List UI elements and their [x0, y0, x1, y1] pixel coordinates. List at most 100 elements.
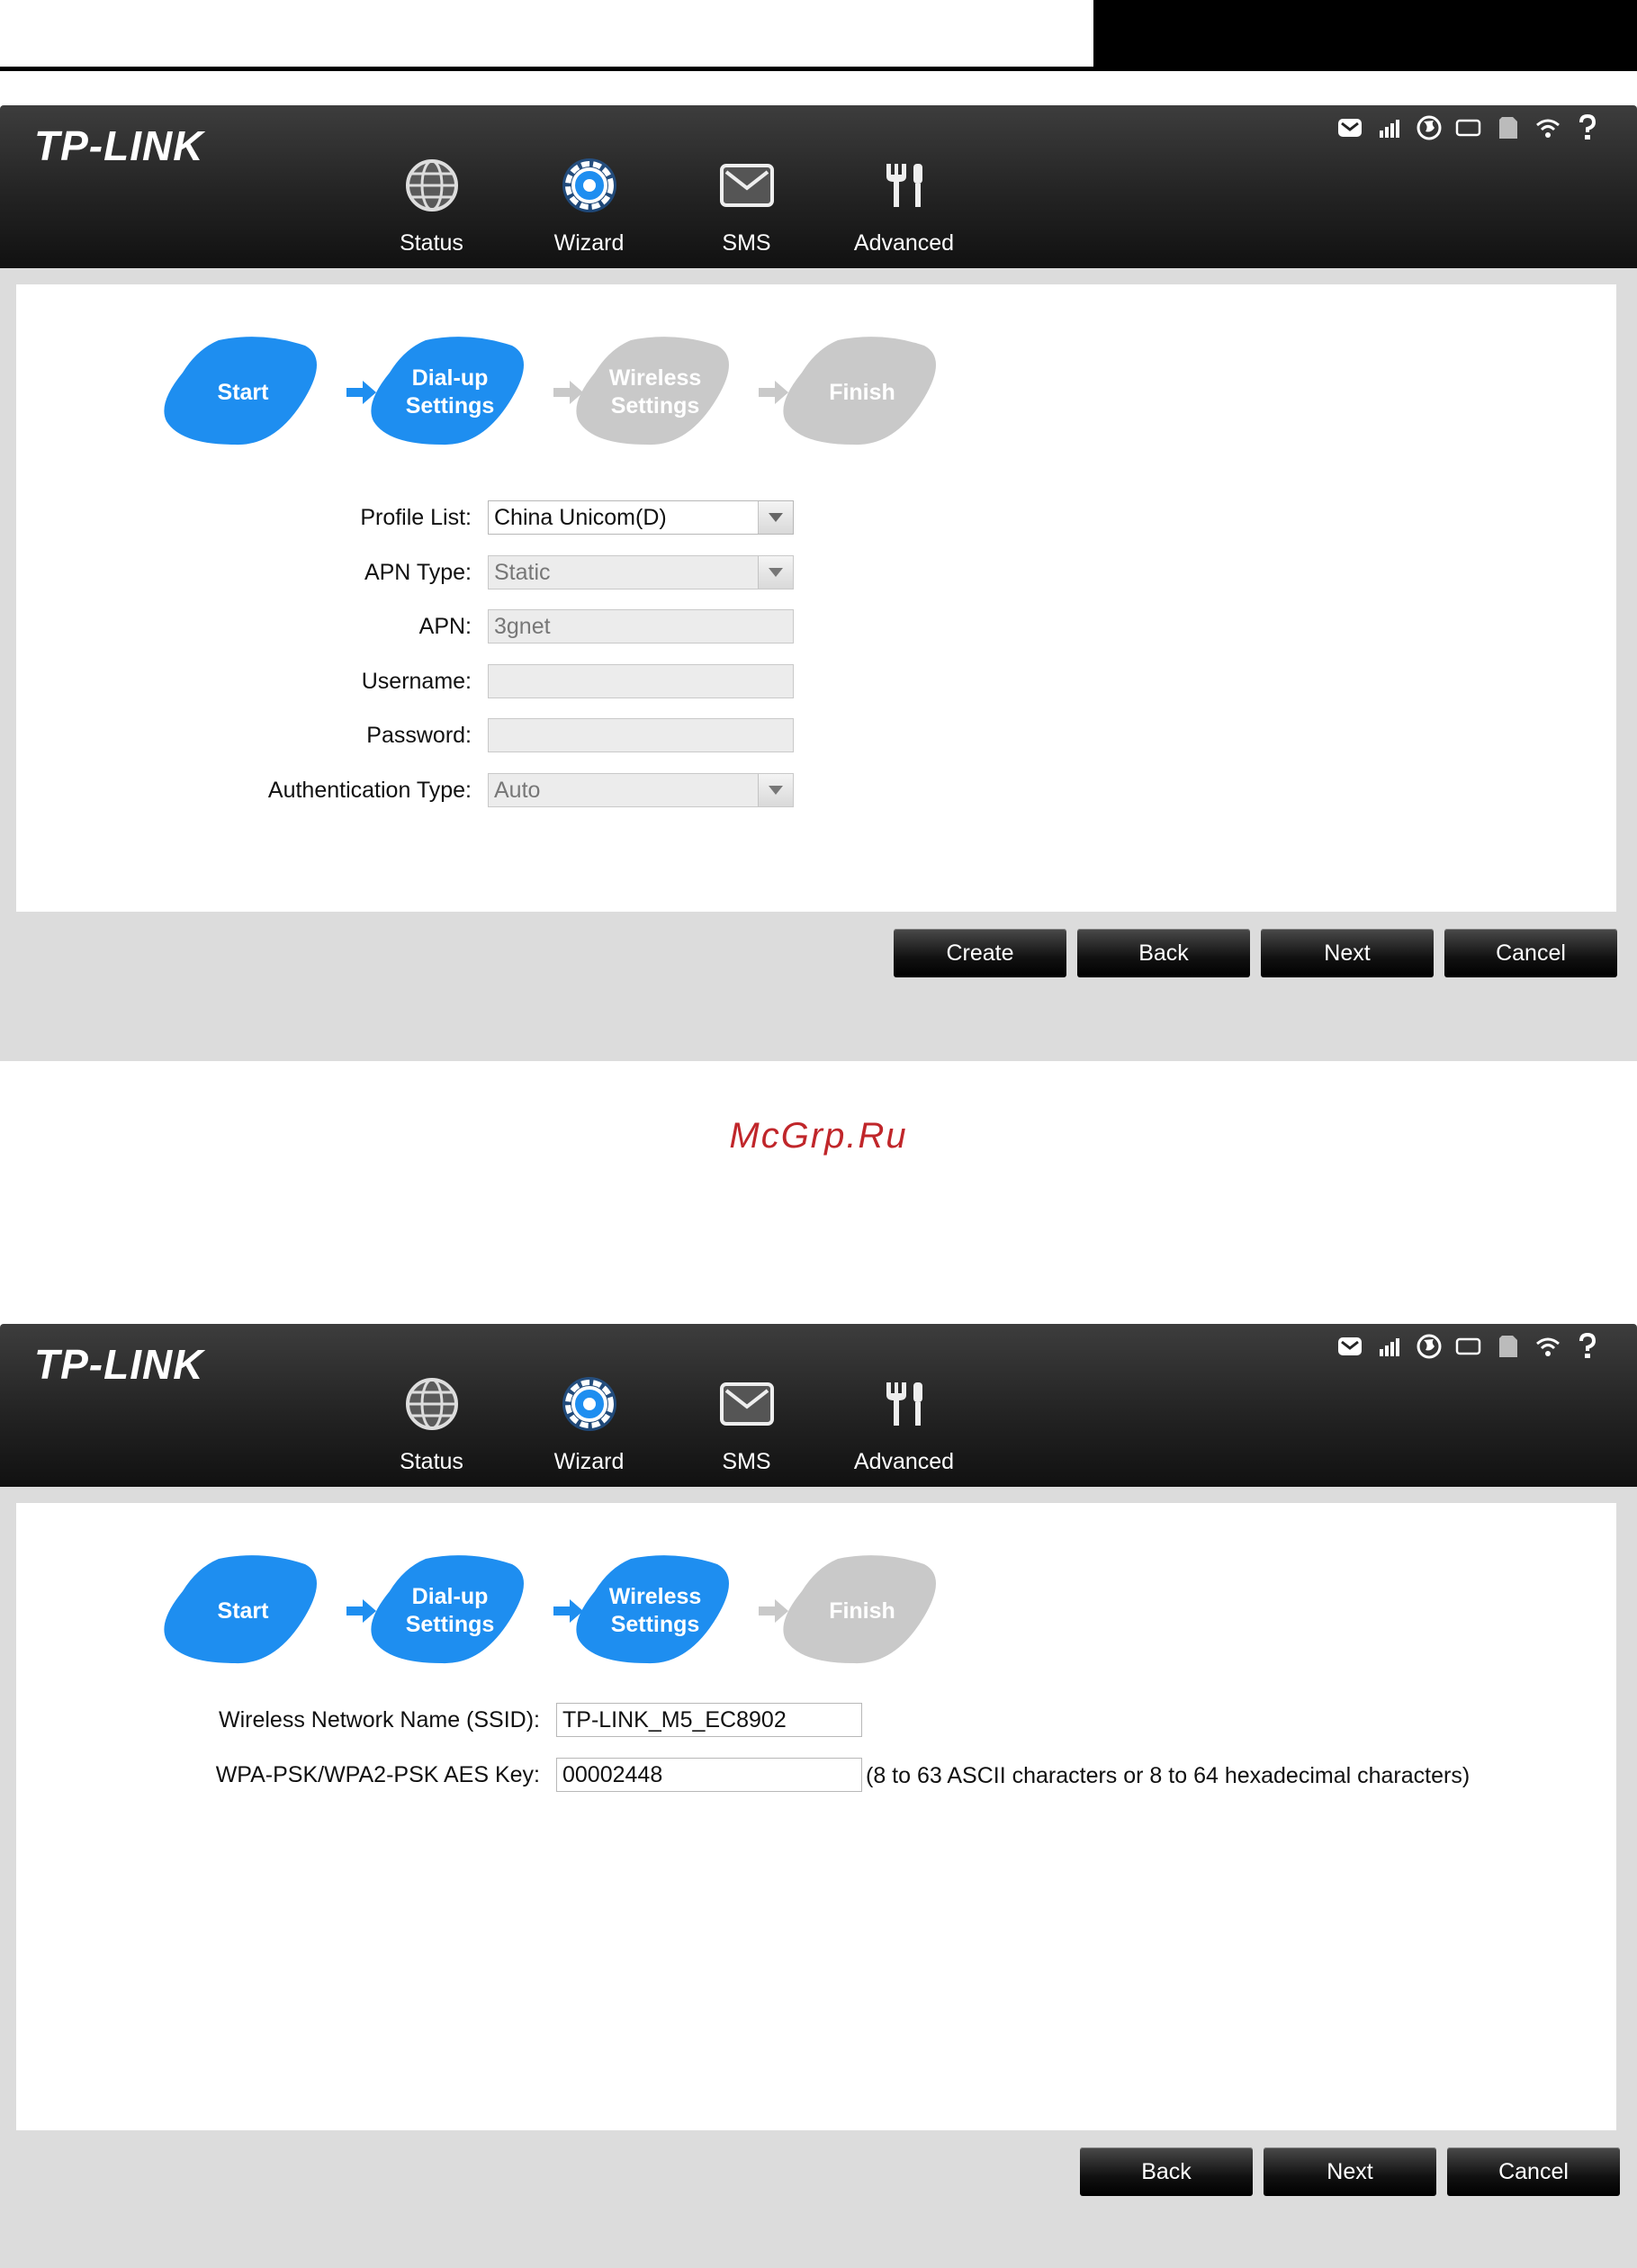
key-row: WPA-PSK/WPA2-PSK AES Key:: [16, 1755, 540, 1795]
gear-icon: [557, 153, 622, 218]
step-dialup: Dial-up Settings: [370, 335, 530, 450]
step-wireless-label: Wireless Settings: [608, 1584, 702, 1637]
wizard-panel: Start Dial-up Settings Wireless Settings F…: [16, 1503, 1616, 2130]
step-start-label: Start: [217, 379, 269, 405]
nav-sms-label: SMS: [722, 230, 771, 256]
nav-advanced[interactable]: Advanced: [825, 148, 983, 256]
chevron-down-icon[interactable]: [758, 501, 793, 534]
nav-wizard-label: Wizard: [553, 1449, 625, 1474]
battery-icon: [1455, 114, 1482, 141]
status-icons: [1336, 114, 1601, 141]
envelope-icon: [715, 153, 779, 218]
action-buttons: Back Next Cancel: [1080, 2147, 1620, 2196]
step-finish-label: Finish: [829, 379, 895, 405]
internet-icon: [1416, 114, 1443, 141]
apn-value: 3gnet: [494, 613, 551, 639]
nav-status-label: Status: [400, 230, 463, 256]
tp-link-logo: TP-LINK: [34, 1341, 204, 1388]
key-label: WPA-PSK/WPA2-PSK AES Key:: [215, 1761, 540, 1787]
profile-list-row: Profile List:: [16, 498, 472, 537]
auth-type-row: Authentication Type:: [16, 770, 472, 810]
sd-card-icon: [1495, 114, 1522, 141]
nav-advanced-label: Advanced: [853, 230, 955, 256]
wifi-icon: [1534, 114, 1561, 141]
auth-type-value: Auto: [494, 777, 541, 803]
back-button[interactable]: Back: [1080, 2147, 1253, 2196]
nav-wizard[interactable]: Wizard: [510, 148, 668, 256]
username-input[interactable]: [488, 664, 794, 698]
nav-advanced-label: Advanced: [853, 1449, 955, 1474]
ssid-label: Wireless Network Name (SSID):: [219, 1706, 540, 1732]
chevron-down-icon[interactable]: [758, 556, 793, 589]
nav-status-label: Status: [400, 1449, 463, 1474]
profile-list-label: Profile List:: [360, 504, 472, 530]
help-icon[interactable]: [1574, 114, 1601, 141]
step-finish: Finish: [782, 1553, 942, 1669]
cancel-button[interactable]: Cancel: [1447, 2147, 1620, 2196]
header-black-block: [1093, 0, 1637, 70]
message-icon[interactable]: [1336, 114, 1363, 141]
nav-status[interactable]: Status: [353, 1367, 510, 1475]
help-icon[interactable]: [1574, 1333, 1601, 1360]
message-icon[interactable]: [1336, 1333, 1363, 1360]
gear-icon: [557, 1372, 622, 1436]
apn-label: APN:: [418, 613, 472, 639]
apn-type-label: APN Type:: [364, 559, 472, 585]
nav-sms-label: SMS: [722, 1449, 771, 1474]
step-wireless: Wireless Settings: [575, 1553, 735, 1669]
tools-icon: [872, 1372, 937, 1436]
nav-sms[interactable]: SMS: [668, 148, 825, 256]
step-wireless: Wireless Settings: [575, 335, 735, 450]
signal-icon: [1376, 1333, 1403, 1360]
sd-card-icon: [1495, 1333, 1522, 1360]
wizard-panel: Start Dial-up Settings Wireless Settings F…: [16, 284, 1616, 912]
username-row: Username:: [16, 662, 472, 701]
apn-input[interactable]: 3gnet: [488, 609, 794, 644]
step-dialup-label: Dial-up Settings: [405, 365, 495, 418]
password-row: Password:: [16, 716, 472, 755]
step-start: Start: [163, 335, 323, 450]
screenshot-dialup-settings: TP-LINK Status Wizard SMS Advanced Start…: [0, 105, 1637, 1061]
ssid-input[interactable]: TP-LINK_M5_EC8902: [556, 1703, 862, 1737]
step-dialup: Dial-up Settings: [370, 1553, 530, 1669]
step-dialup-label: Dial-up Settings: [405, 1584, 495, 1637]
create-button[interactable]: Create: [894, 929, 1066, 977]
step-finish-label: Finish: [829, 1598, 895, 1624]
username-label: Username:: [361, 668, 472, 694]
apn-type-select[interactable]: Static: [488, 555, 794, 590]
step-wireless-label: Wireless Settings: [608, 365, 702, 418]
ssid-row: Wireless Network Name (SSID):: [16, 1700, 540, 1740]
content-area: Start Dial-up Settings Wireless Settings F…: [0, 268, 1637, 1061]
watermark-text: McGrp.Ru: [729, 1116, 908, 1156]
chevron-down-icon[interactable]: [758, 774, 793, 806]
password-input[interactable]: [488, 718, 794, 752]
main-nav: Status Wizard SMS Advanced: [353, 1367, 983, 1475]
signal-icon: [1376, 114, 1403, 141]
document-header: [0, 0, 1637, 72]
internet-icon: [1416, 1333, 1443, 1360]
next-button[interactable]: Next: [1264, 2147, 1436, 2196]
main-nav: Status Wizard SMS Advanced: [353, 148, 983, 256]
key-input[interactable]: 00002448: [556, 1758, 862, 1792]
nav-status[interactable]: Status: [353, 148, 510, 256]
nav-advanced[interactable]: Advanced: [825, 1367, 983, 1475]
globe-icon: [400, 1372, 464, 1436]
screenshot-wireless-settings: TP-LINK Status Wizard SMS Advanced Start…: [0, 1324, 1637, 2268]
back-button[interactable]: Back: [1077, 929, 1250, 977]
cancel-button[interactable]: Cancel: [1444, 929, 1617, 977]
profile-list-select[interactable]: China Unicom(D): [488, 500, 794, 535]
next-button[interactable]: Next: [1261, 929, 1434, 977]
key-hint: (8 to 63 ASCII characters or 8 to 64 hex…: [866, 1763, 1471, 1788]
auth-type-select[interactable]: Auto: [488, 773, 794, 807]
nav-wizard-label: Wizard: [553, 230, 625, 256]
nav-wizard[interactable]: Wizard: [510, 1367, 668, 1475]
password-label: Password:: [366, 722, 472, 748]
top-navigation-bar: TP-LINK Status Wizard SMS Advanced: [0, 105, 1637, 268]
step-start-label: Start: [217, 1598, 269, 1624]
nav-sms[interactable]: SMS: [668, 1367, 825, 1475]
apn-row: APN:: [16, 607, 472, 646]
action-buttons: Create Back Next Cancel: [894, 929, 1617, 977]
step-finish: Finish: [782, 335, 942, 450]
auth-type-label: Authentication Type:: [267, 777, 472, 803]
top-navigation-bar: TP-LINK Status Wizard SMS Advanced: [0, 1324, 1637, 1487]
